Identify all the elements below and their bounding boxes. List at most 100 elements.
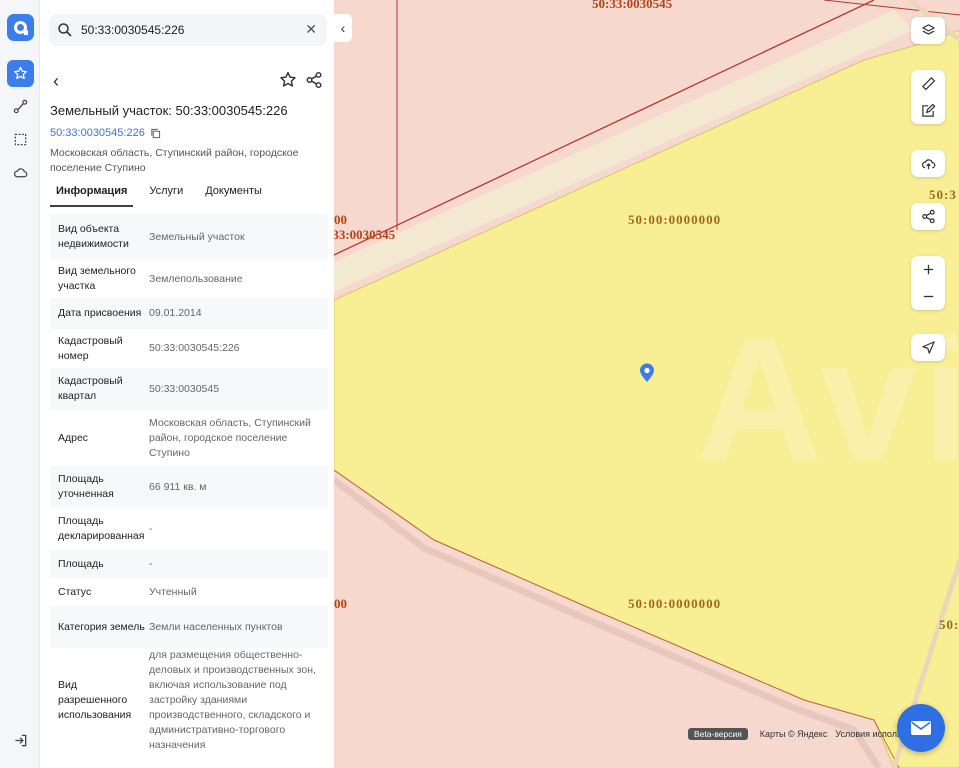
- favorites-star-icon[interactable]: [7, 60, 34, 87]
- navigation-arrow-icon: [921, 341, 935, 354]
- tab-information[interactable]: Информация: [50, 183, 134, 207]
- cloud-upload-icon: [921, 159, 935, 170]
- row-key: Площадь уточненная: [58, 473, 114, 500]
- row-key: Кадастровый номер: [58, 334, 123, 362]
- map-label-left-cut-lower: 00: [334, 596, 347, 611]
- tab-services[interactable]: Услуги: [143, 183, 189, 207]
- plus-icon: [923, 264, 933, 275]
- row-key: Вид земельного участка: [58, 265, 136, 292]
- table-row: Площадь декларированная -: [50, 508, 328, 550]
- share-icon[interactable]: [305, 71, 323, 89]
- geolocation-button[interactable]: [911, 334, 945, 361]
- map-label-quarter: :33:0030545: [334, 227, 396, 242]
- area-select-icon[interactable]: [7, 126, 34, 153]
- favorite-star-icon[interactable]: [279, 71, 297, 89]
- row-value: Московская область, Ступинский район, го…: [149, 416, 311, 459]
- table-row: Площадь -: [50, 550, 328, 578]
- row-value: 09.01.2014: [149, 307, 202, 319]
- tab-documents[interactable]: Документы: [199, 183, 268, 207]
- row-key: Дата присвоения: [58, 307, 142, 319]
- share-icon: [921, 209, 935, 224]
- route-icon[interactable]: [7, 93, 34, 120]
- row-value: -: [149, 557, 153, 570]
- row-key: Вид разрешенного использования: [58, 678, 132, 721]
- row-key: Кадастровый квартал: [58, 375, 123, 402]
- zoom-in-button[interactable]: [911, 256, 945, 283]
- watermark: Avito: [696, 303, 960, 498]
- info-table: Вид объекта недвижимости Земельный участо…: [50, 214, 328, 752]
- left-rail: [0, 0, 40, 768]
- table-row: Статус Учтенный: [50, 578, 328, 606]
- map-label-right-cut-upper: 50:3: [929, 187, 957, 202]
- row-key: Вид объекта недвижимости: [58, 223, 129, 250]
- zoom-out-button[interactable]: [911, 283, 945, 310]
- row-value: Земельный участок: [149, 230, 245, 243]
- row-key: Адрес: [58, 431, 89, 444]
- row-value: Землепользование: [149, 272, 243, 285]
- row-value: Земли населенных пунктов: [149, 620, 283, 633]
- info-panel: ✕ ‹ Земельный участок: 50:33:0030545:226…: [41, 0, 334, 768]
- zoom-control: [911, 256, 945, 310]
- tools-control: [911, 70, 945, 124]
- table-row: Адрес Московская область, Ступинский райо…: [50, 410, 328, 466]
- edit-icon: [921, 103, 935, 117]
- row-value: 50:33:0030545: [149, 382, 220, 395]
- table-row: Вид объекта недвижимости Земельный участо…: [50, 214, 328, 260]
- row-key: Статус: [58, 585, 92, 598]
- table-row: Кадастровый квартал 50:33:0030545: [50, 368, 328, 410]
- search-icon: [58, 23, 72, 37]
- ruler-icon: [921, 77, 935, 91]
- map-label-top: 50:33:0030545: [592, 0, 673, 11]
- geolocation-control: [911, 334, 945, 361]
- row-key: Площадь декларированная: [58, 515, 145, 542]
- map-label-zone-lower: 50:00:0000000: [628, 596, 722, 611]
- back-arrow-icon[interactable]: ‹: [53, 72, 59, 90]
- row-key: Площадь: [58, 557, 104, 570]
- beta-badge: Beta-версия: [688, 728, 748, 740]
- table-row: Вид земельного участка Землепользование: [50, 260, 328, 298]
- cadastral-number-link[interactable]: 50:33:0030545:226: [50, 127, 161, 139]
- map-label-right-cut-lower: 50:: [939, 617, 960, 632]
- upload-control: [911, 150, 945, 177]
- layers-icon: [921, 24, 935, 35]
- app-logo-icon[interactable]: [7, 14, 34, 41]
- row-value: для размещения общественно-деловых и про…: [149, 648, 316, 751]
- logout-icon[interactable]: [7, 727, 34, 754]
- layers-button[interactable]: [911, 17, 945, 44]
- layers-control: [911, 17, 945, 44]
- tab-bar: Информация Услуги Документы: [50, 183, 326, 207]
- share-control: [911, 203, 945, 230]
- collapse-panel-button[interactable]: ‹: [334, 14, 352, 42]
- upload-button[interactable]: [911, 150, 945, 177]
- table-row: Кадастровый номер 50:33:0030545:226: [50, 329, 328, 368]
- map-label-left-cut: 00: [334, 212, 347, 227]
- map-label-zone-upper: 50:00:0000000: [628, 212, 722, 227]
- search-box: ✕: [49, 14, 327, 46]
- row-value: 50:33:0030545:226: [149, 342, 240, 354]
- table-row: Площадь уточненная 66 911 кв. м: [50, 466, 328, 508]
- message-button[interactable]: [897, 704, 945, 752]
- edit-button[interactable]: [911, 97, 945, 124]
- search-input[interactable]: [81, 23, 291, 37]
- clear-search-icon[interactable]: ✕: [305, 22, 317, 36]
- table-row: Категория земель Земли населенных пунктов: [50, 606, 328, 648]
- minus-icon: [923, 295, 933, 298]
- ruler-button[interactable]: [911, 70, 945, 97]
- panel-toolbar: ‹: [49, 70, 327, 92]
- row-value: 66 911 кв. м: [149, 480, 207, 493]
- table-row: Дата присвоения 09.01.2014: [50, 298, 328, 329]
- map-view[interactable]: Avito 50:33:0030545 00 :33:0030545 50:00…: [334, 0, 960, 768]
- map-share-button[interactable]: [911, 203, 945, 230]
- address-subtitle: Московская область, Ступинский район, го…: [50, 147, 299, 174]
- maps-copyright-link[interactable]: Карты © Яндекс: [760, 729, 828, 739]
- cadastral-number-text: 50:33:0030545:226: [50, 127, 145, 139]
- row-key: Категория земель: [58, 620, 145, 633]
- page-title: Земельный участок: 50:33:0030545:226: [50, 103, 288, 118]
- copy-icon[interactable]: [150, 128, 161, 139]
- row-value: -: [149, 522, 153, 535]
- chevron-left-icon: ‹: [340, 20, 346, 36]
- location-pin-icon[interactable]: [639, 363, 655, 383]
- cloud-icon[interactable]: [7, 159, 34, 186]
- table-row: Вид разрешенного использования для размещ…: [50, 648, 328, 752]
- mail-icon: [911, 721, 931, 735]
